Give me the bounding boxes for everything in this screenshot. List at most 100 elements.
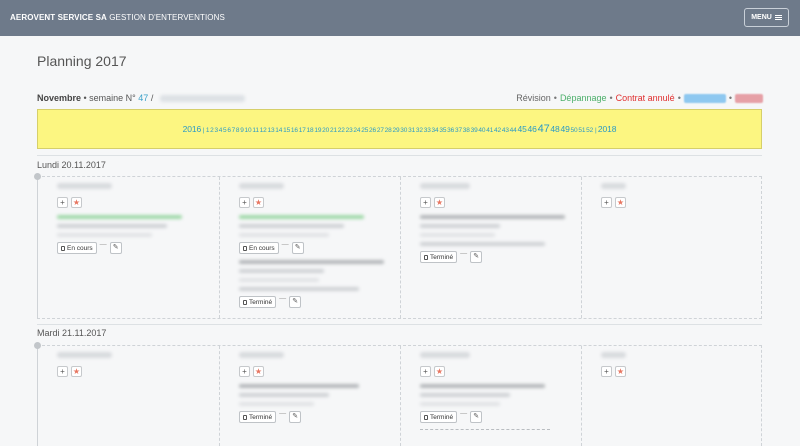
edit-icon[interactable]: ✎ xyxy=(470,251,483,263)
day-label-monday: Lundi 20.11.2017 xyxy=(37,160,106,170)
week-link-52[interactable]: 52 xyxy=(586,127,593,134)
legend-bullet: • xyxy=(609,93,613,103)
day-grid-monday: + ★ En cours — ✎ + ★ En cours — ✎ Termin… xyxy=(34,173,762,319)
week-link-15[interactable]: 15 xyxy=(283,127,290,134)
week-link-45[interactable]: 45 xyxy=(517,124,526,134)
star-icon[interactable]: ★ xyxy=(434,366,445,377)
next-year-link[interactable]: 2018 xyxy=(598,124,617,134)
add-button[interactable]: + xyxy=(57,197,68,208)
week-link-22[interactable]: 22 xyxy=(338,127,345,134)
week-link-26[interactable]: 26 xyxy=(369,127,376,134)
week-link-30[interactable]: 30 xyxy=(400,127,407,134)
week-link-50[interactable]: 50 xyxy=(571,127,578,134)
add-button[interactable]: + xyxy=(239,197,250,208)
intervention-card[interactable] xyxy=(420,215,581,246)
week-link-18[interactable]: 18 xyxy=(307,127,314,134)
week-link-24[interactable]: 24 xyxy=(353,127,360,134)
star-icon[interactable]: ★ xyxy=(253,366,264,377)
edit-icon[interactable]: ✎ xyxy=(289,296,302,308)
week-link-32[interactable]: 32 xyxy=(416,127,423,134)
menu-button[interactable]: MENU xyxy=(744,8,789,27)
add-button[interactable]: + xyxy=(57,366,68,377)
status-button[interactable]: Terminé xyxy=(420,251,458,263)
prev-year-link[interactable]: 2016 xyxy=(183,124,202,134)
week-link-44[interactable]: 44 xyxy=(510,127,517,134)
add-button[interactable]: + xyxy=(601,366,612,377)
edit-icon[interactable]: ✎ xyxy=(470,411,483,423)
week-link-16[interactable]: 16 xyxy=(291,127,298,134)
add-button[interactable]: + xyxy=(239,366,250,377)
week-link-34[interactable]: 34 xyxy=(432,127,439,134)
week-link-23[interactable]: 23 xyxy=(346,127,353,134)
week-link-39[interactable]: 39 xyxy=(471,127,478,134)
week-link-6[interactable]: 6 xyxy=(227,127,231,134)
status-button[interactable]: Terminé xyxy=(420,411,458,423)
week-link-9[interactable]: 9 xyxy=(240,127,244,134)
intervention-card[interactable] xyxy=(57,215,219,237)
star-icon[interactable]: ★ xyxy=(615,366,626,377)
intervention-card[interactable] xyxy=(420,384,581,406)
technician-name xyxy=(420,352,470,358)
week-link-43[interactable]: 43 xyxy=(502,127,509,134)
status-button[interactable]: En cours xyxy=(239,242,279,254)
star-icon[interactable]: ★ xyxy=(434,197,445,208)
week-number[interactable]: 47 xyxy=(138,93,148,103)
intervention-card[interactable] xyxy=(239,384,400,406)
week-link-42[interactable]: 42 xyxy=(494,127,501,134)
brand[interactable]: AEROVENT SERVICE SA GESTION D'ENTERVENTI… xyxy=(10,13,225,22)
week-link-31[interactable]: 31 xyxy=(408,127,415,134)
week-link-51[interactable]: 51 xyxy=(578,127,585,134)
week-link-38[interactable]: 38 xyxy=(463,127,470,134)
week-prefix: • semaine N° xyxy=(81,93,139,103)
week-link-40[interactable]: 40 xyxy=(478,127,485,134)
add-button[interactable]: + xyxy=(420,366,431,377)
add-button[interactable]: + xyxy=(420,197,431,208)
week-link-28[interactable]: 28 xyxy=(385,127,392,134)
week-link-3[interactable]: 3 xyxy=(214,127,218,134)
week-link-20[interactable]: 20 xyxy=(322,127,329,134)
week-link-17[interactable]: 17 xyxy=(299,127,306,134)
week-link-37[interactable]: 37 xyxy=(455,127,462,134)
week-link-14[interactable]: 14 xyxy=(275,127,282,134)
star-icon[interactable]: ★ xyxy=(71,366,82,377)
edit-icon[interactable]: ✎ xyxy=(291,242,304,254)
add-button[interactable]: + xyxy=(601,197,612,208)
legend-bullet: • xyxy=(553,93,557,103)
week-link-29[interactable]: 29 xyxy=(392,127,399,134)
week-link-10[interactable]: 10 xyxy=(245,127,252,134)
legend-red-swatch xyxy=(735,93,763,103)
star-icon[interactable]: ★ xyxy=(71,197,82,208)
dash-mark: — xyxy=(279,410,287,417)
week-link-11[interactable]: 11 xyxy=(252,127,259,134)
week-link-7[interactable]: 7 xyxy=(232,127,236,134)
status-button[interactable]: En cours xyxy=(57,242,97,254)
status-button[interactable]: Terminé xyxy=(239,411,277,423)
week-link-27[interactable]: 27 xyxy=(377,127,384,134)
intervention-card[interactable] xyxy=(239,215,400,237)
week-link-46[interactable]: 46 xyxy=(528,124,537,134)
week-link-36[interactable]: 36 xyxy=(447,127,454,134)
status-row: En cours — ✎ xyxy=(57,241,219,254)
week-link-8[interactable]: 8 xyxy=(236,127,240,134)
week-link-41[interactable]: 41 xyxy=(486,127,493,134)
week-link-25[interactable]: 25 xyxy=(361,127,368,134)
edit-icon[interactable]: ✎ xyxy=(109,242,122,254)
week-link-19[interactable]: 19 xyxy=(314,127,321,134)
star-icon[interactable]: ★ xyxy=(253,197,264,208)
week-link-35[interactable]: 35 xyxy=(439,127,446,134)
edit-icon[interactable]: ✎ xyxy=(289,411,302,423)
status-button[interactable]: Terminé xyxy=(239,296,277,308)
week-link-47[interactable]: 47 xyxy=(538,123,550,135)
week-link-48[interactable]: 48 xyxy=(550,124,559,134)
star-icon[interactable]: ★ xyxy=(615,197,626,208)
week-link-33[interactable]: 33 xyxy=(424,127,431,134)
week-link-13[interactable]: 13 xyxy=(267,127,274,134)
week-link-4[interactable]: 4 xyxy=(219,127,223,134)
week-link-12[interactable]: 12 xyxy=(260,127,267,134)
week-link-21[interactable]: 21 xyxy=(330,127,337,134)
intervention-card[interactable] xyxy=(239,260,400,291)
week-link-1[interactable]: 1 xyxy=(206,127,210,134)
week-link-49[interactable]: 49 xyxy=(560,124,569,134)
status-row: Terminé — ✎ xyxy=(420,250,581,263)
clipboard-icon xyxy=(243,245,247,251)
